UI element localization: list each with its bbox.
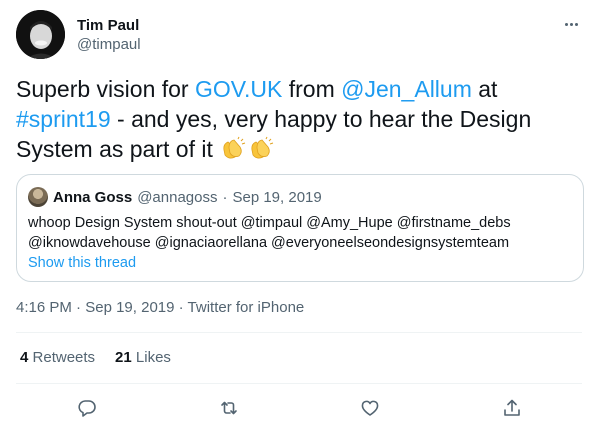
retweet-icon[interactable] [214, 393, 244, 423]
clapping-hands-icon [251, 136, 274, 159]
tweet-time[interactable]: 4:16 PM [16, 299, 72, 316]
quoted-avatar [28, 187, 48, 207]
quoted-body-line: @iknowdavehouse @ignaciaorellana @everyo… [28, 235, 510, 251]
share-icon[interactable] [497, 393, 527, 423]
quoted-handle: @annagoss [137, 188, 218, 206]
likes-stat[interactable]: 21 Likes [115, 349, 171, 366]
retweets-label: Retweets [32, 349, 96, 366]
retweets-count: 4 [20, 349, 29, 366]
author-info[interactable]: Tim Paul @timpaul [77, 17, 141, 54]
divider [16, 383, 582, 384]
tweet-stats: 4 Retweets 21 Likes [20, 349, 191, 366]
author-display-name[interactable]: Tim Paul [77, 17, 141, 35]
likes-label: Likes [135, 349, 171, 366]
avatar-photo [16, 10, 65, 59]
meta-separator: · [76, 299, 82, 316]
tweet-meta: 4:16 PM · Sep 19, 2019 · Twitter for iPh… [16, 299, 304, 316]
divider [16, 332, 582, 333]
clapping-hands-icon [223, 136, 246, 159]
quoted-body-line: whoop Design System shout-out @timpaul @… [28, 215, 511, 231]
tweet-text-part: Superb vision for [16, 76, 195, 102]
like-icon[interactable] [355, 393, 385, 423]
mention-jen-allum[interactable]: @Jen_Allum [341, 76, 472, 102]
tweet-date[interactable]: Sep 19, 2019 [85, 299, 174, 316]
retweets-stat[interactable]: 4 Retweets [20, 349, 95, 366]
tweet-text: Superb vision for GOV.UK from @Jen_Allum… [16, 74, 582, 164]
hashtag-sprint19[interactable]: #sprint19 [16, 106, 111, 132]
tweet-text-part: from [282, 76, 342, 102]
quoted-tweet[interactable]: Anna Goss @annagoss · Sep 19, 2019 whoop… [16, 174, 584, 282]
likes-count: 21 [115, 349, 132, 366]
tweet-actions [0, 393, 598, 423]
reply-icon[interactable] [72, 393, 102, 423]
tweet-source[interactable]: Twitter for iPhone [188, 299, 305, 316]
quoted-separator: · [222, 188, 228, 206]
show-thread-link[interactable]: Show this thread [28, 255, 136, 271]
link-govuk[interactable]: GOV.UK [195, 76, 282, 102]
quoted-tweet-body: whoop Design System shout-out @timpaul @… [28, 213, 574, 253]
author-handle[interactable]: @timpaul [77, 36, 141, 54]
avatar[interactable] [16, 10, 65, 59]
quoted-display-name: Anna Goss [53, 188, 133, 206]
tweet-text-part: at [471, 76, 498, 102]
quoted-date: Sep 19, 2019 [232, 188, 322, 206]
quoted-tweet-header: Anna Goss @annagoss · Sep 19, 2019 [28, 187, 322, 207]
tweet-header: Tim Paul @timpaul [16, 10, 582, 60]
more-options-icon[interactable] [560, 16, 582, 32]
meta-separator: · [178, 299, 184, 316]
